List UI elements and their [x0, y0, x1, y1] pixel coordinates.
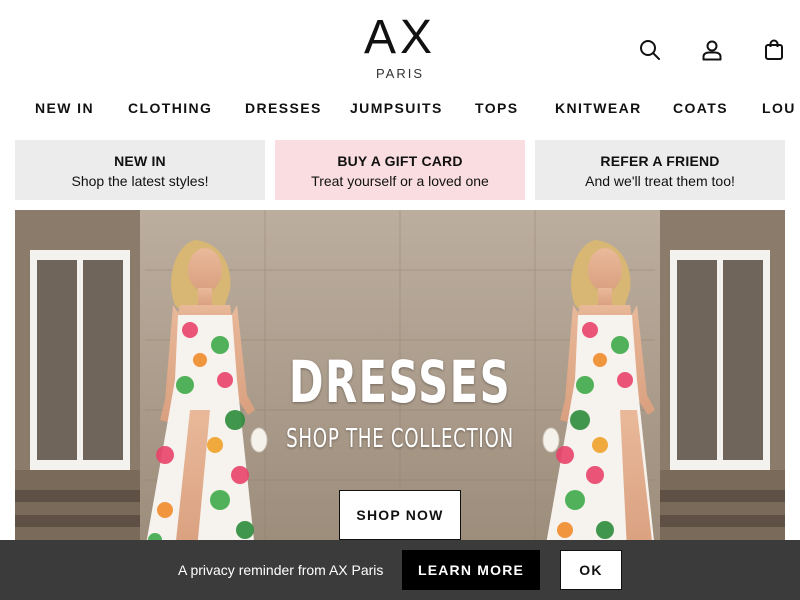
nav-item-coats[interactable]: COATS: [673, 100, 728, 116]
nav-item-jumpsuits[interactable]: JUMPSUITS: [350, 100, 443, 116]
promo-gift-card[interactable]: BUY A GIFT CARD Treat yourself or a love…: [275, 140, 525, 200]
nav-item-lounge[interactable]: LOU: [762, 100, 796, 116]
promo-title: REFER A FRIEND: [600, 153, 720, 169]
nav-item-tops[interactable]: TOPS: [475, 100, 518, 116]
nav-item-dresses[interactable]: DRESSES: [245, 100, 322, 116]
promo-new-in[interactable]: NEW IN Shop the latest styles!: [15, 140, 265, 200]
account-icon[interactable]: [700, 38, 724, 62]
hero-subtitle: SHOP THE COLLECTION: [286, 424, 514, 454]
hero-banner[interactable]: DRESSES SHOP THE COLLECTION SHOP NOW: [15, 210, 785, 550]
promo-title: BUY A GIFT CARD: [337, 153, 463, 169]
logo-subtitle: PARIS: [375, 66, 425, 81]
hero-title: DRESSES: [288, 348, 512, 416]
logo-wordmark: AX: [363, 11, 437, 64]
nav-item-knitwear[interactable]: KNITWEAR: [555, 100, 642, 116]
privacy-text: A privacy reminder from AX Paris: [178, 562, 384, 578]
promo-subtitle: And we'll treat them too!: [585, 173, 735, 189]
promo-title: NEW IN: [114, 153, 166, 169]
ok-button[interactable]: OK: [560, 550, 622, 590]
nav-item-clothing[interactable]: CLOTHING: [128, 100, 212, 116]
search-icon[interactable]: [638, 38, 662, 62]
ax-paris-logo[interactable]: AX PARIS: [348, 11, 452, 82]
promo-subtitle: Treat yourself or a loved one: [311, 173, 489, 189]
promo-refer-friend[interactable]: REFER A FRIEND And we'll treat them too!: [535, 140, 785, 200]
main-nav: NEW IN CLOTHING DRESSES JUMPSUITS TOPS K…: [0, 100, 800, 126]
privacy-banner: A privacy reminder from AX Paris LEARN M…: [0, 540, 800, 600]
promo-subtitle: Shop the latest styles!: [71, 173, 209, 189]
header-icons: [638, 38, 786, 62]
bag-icon[interactable]: [762, 38, 786, 62]
shop-now-button[interactable]: SHOP NOW: [339, 490, 461, 540]
site-header: AX PARIS: [0, 0, 800, 90]
learn-more-button[interactable]: LEARN MORE: [402, 550, 540, 590]
nav-item-new-in[interactable]: NEW IN: [35, 100, 94, 116]
